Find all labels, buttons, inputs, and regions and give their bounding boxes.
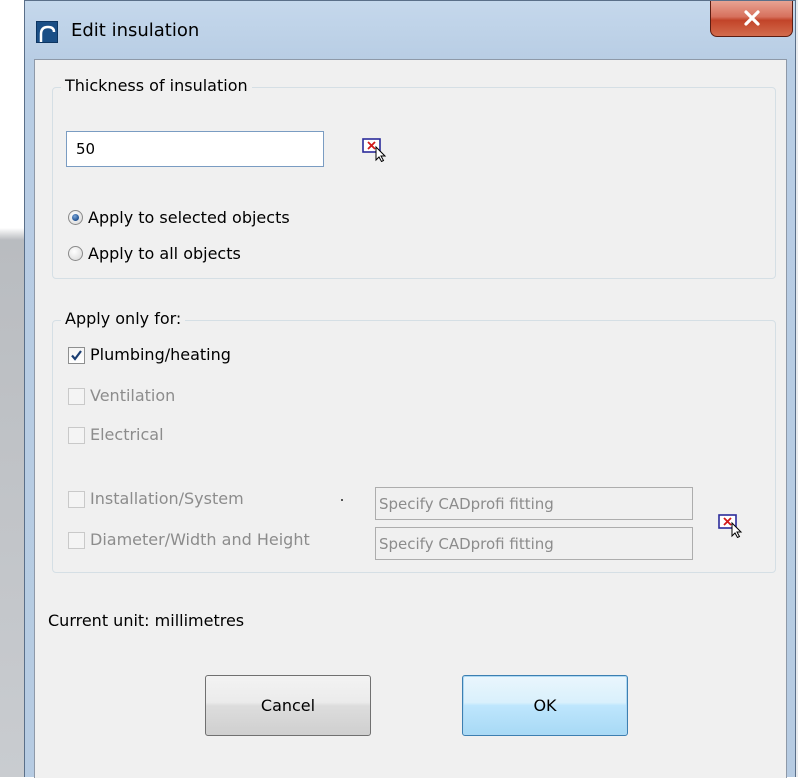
window-title: Edit insulation	[71, 20, 200, 41]
apply-all-label[interactable]: Apply to all objects	[88, 244, 241, 263]
ventilation-label[interactable]: Ventilation	[90, 386, 175, 405]
ventilation-checkbox[interactable]	[68, 388, 85, 405]
diameter-label[interactable]: Diameter/Width and Height	[90, 530, 310, 549]
close-button[interactable]	[710, 1, 793, 37]
close-icon	[744, 10, 760, 26]
pick-object-icon[interactable]	[362, 136, 388, 162]
cancel-button[interactable]: Cancel	[205, 675, 371, 736]
electrical-checkbox[interactable]	[68, 427, 85, 444]
cancel-button-label: Cancel	[260, 696, 316, 715]
ok-button-label: OK	[533, 696, 557, 715]
app-logo-icon	[36, 21, 58, 43]
apply-selected-radio[interactable]	[68, 210, 83, 225]
apply-selected-label[interactable]: Apply to selected objects	[88, 208, 290, 227]
radio-selected-dot	[72, 214, 79, 221]
apply-only-group-legend: Apply only for:	[61, 309, 186, 328]
current-unit-text: Current unit: millimetres	[48, 611, 245, 630]
ok-button[interactable]: OK	[462, 675, 628, 736]
thickness-group-legend: Thickness of insulation	[61, 76, 252, 95]
diameter-checkbox[interactable]	[68, 532, 85, 549]
plumbing-checkbox[interactable]	[68, 347, 85, 364]
thickness-input[interactable]	[66, 131, 324, 167]
plumbing-label[interactable]: Plumbing/heating	[90, 345, 231, 364]
title-bar[interactable]: Edit insulation	[25, 1, 795, 59]
installation-checkbox[interactable]	[68, 491, 85, 508]
separator-dot	[341, 499, 343, 501]
installation-label[interactable]: Installation/System	[90, 489, 244, 508]
apply-all-radio[interactable]	[68, 246, 83, 261]
edit-insulation-dialog: Edit insulation Thickness of insulation …	[24, 0, 796, 778]
diameter-fitting-input[interactable]	[375, 527, 693, 560]
installation-fitting-input[interactable]	[375, 487, 693, 520]
pick-fitting-icon[interactable]	[718, 512, 744, 538]
dialog-client-area: Thickness of insulation Apply to selecte…	[34, 59, 787, 778]
checkmark-icon	[71, 350, 82, 361]
background-window-edge	[0, 0, 24, 777]
electrical-label[interactable]: Electrical	[90, 425, 164, 444]
